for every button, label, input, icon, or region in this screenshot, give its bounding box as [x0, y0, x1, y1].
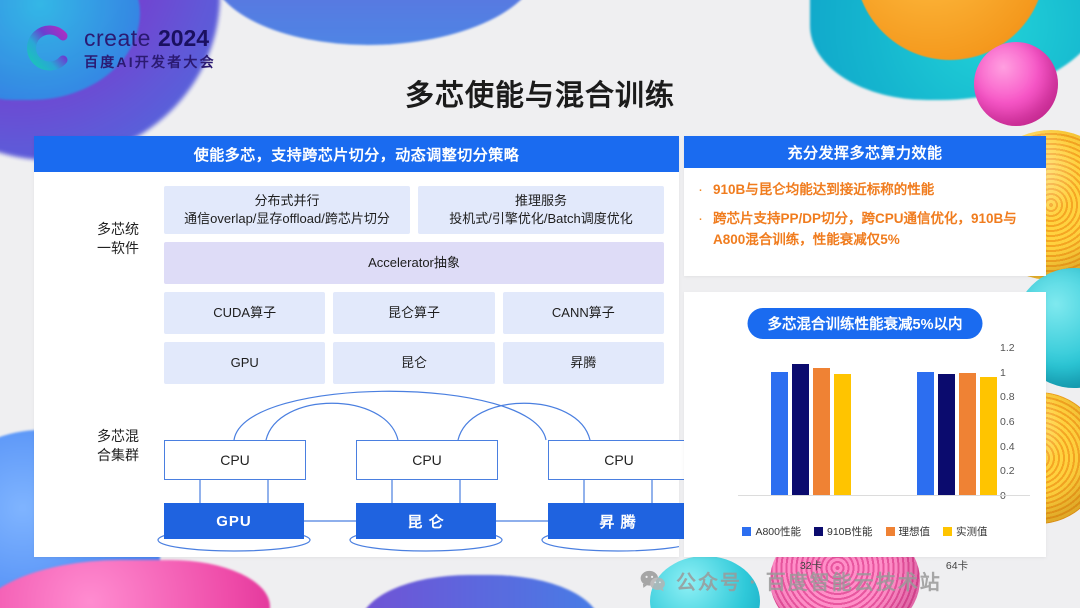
y-tick-label: 0.6 — [1000, 416, 1015, 428]
unified-software-label: 多芯统 一软件 — [78, 220, 158, 258]
right-panel-header: 充分发挥多芯算力效能 — [684, 136, 1046, 168]
cluster-cpu-1[interactable]: CPU — [164, 440, 306, 480]
unified-software-section: 多芯统 一软件 分布式并行 通信overlap/显存offload/跨芯片切分 … — [34, 172, 679, 384]
box-accelerator-abstraction[interactable]: Accelerator抽象 — [164, 242, 664, 284]
decor-blob-top-right-orange — [855, 0, 1045, 60]
bar-实测值-32卡 — [834, 374, 851, 495]
decor-blob-bottom-left-pink — [0, 560, 270, 608]
legend-swatch-icon — [814, 527, 823, 536]
legend-label: 实测值 — [956, 526, 988, 538]
slide-canvas: create 2024 百度AI开发者大会 多芯使能与混合训练 使能多芯，支持跨… — [0, 0, 1080, 608]
legend-swatch-icon — [742, 527, 752, 536]
unified-software-label-line1: 多芯统 — [97, 221, 139, 237]
create-c-logo-icon — [27, 25, 68, 71]
bar-理想值-64卡 — [959, 372, 976, 495]
benefit-item-2: · 跨芯片支持PP/DP切分，跨CPU通信优化，910B与A800混合训练，性能… — [698, 209, 1036, 250]
legend-item[interactable]: 理想值 — [885, 524, 931, 539]
left-panel-header: 使能多芯，支持跨芯片切分，动态调整切分策略 — [34, 136, 679, 172]
bar-A800性能-64卡 — [917, 371, 934, 495]
bar-910B性能-32卡 — [792, 364, 809, 495]
legend-label: 910B性能 — [827, 526, 873, 538]
y-tick-label: 1 — [1000, 366, 1006, 379]
benefit-item-1: · 910B与昆仑均能达到接近标称的性能 — [698, 180, 1036, 200]
bar-chart: 1.2 1 0.8 0.6 0.4 0.2 0 32卡 64卡 — [700, 342, 1030, 572]
box-cuda-operator[interactable]: CUDA算子 — [164, 292, 326, 334]
bar-A800性能-32卡 — [771, 371, 788, 495]
x-tick-label: 64卡 — [945, 560, 969, 572]
box-cann-operator[interactable]: CANN算子 — [502, 292, 664, 334]
brand-logo: create 2024 百度AI开发者大会 — [22, 22, 216, 74]
legend-label: A800性能 — [755, 526, 801, 538]
x-axis-line — [738, 495, 1030, 496]
legend-item[interactable]: A800性能 — [742, 524, 801, 539]
logo-brand-text: create — [84, 25, 151, 51]
legend-item[interactable]: 910B性能 — [814, 524, 873, 539]
cluster-chip-kunlun[interactable]: 昆 仑 — [356, 503, 496, 539]
bar-理想值-32卡 — [813, 367, 830, 495]
logo-year-text: 2024 — [157, 25, 210, 51]
bullet-dot-icon: · — [698, 181, 703, 198]
legend-item[interactable]: 实测值 — [943, 524, 988, 539]
page-title: 多芯使能与混合训练 — [404, 80, 675, 112]
y-tick-label: 0.4 — [1000, 440, 1015, 453]
box-inference-service-subtitle: 投机式/引擎优化/Batch调度优化 — [449, 211, 633, 226]
bar-910B性能-64卡 — [938, 374, 955, 495]
box-distributed-parallel[interactable]: 分布式并行 通信overlap/显存offload/跨芯片切分 — [164, 186, 410, 234]
box-distributed-parallel-subtitle: 通信overlap/显存offload/跨芯片切分 — [184, 211, 390, 226]
unified-software-label-line2: 一软件 — [97, 239, 139, 256]
operator-row: CUDA算子 昆仑算子 CANN算子 — [164, 292, 664, 334]
software-stack-grid: 分布式并行 通信overlap/显存offload/跨芯片切分 推理服务 投机式… — [164, 186, 664, 392]
logo-subtitle: 百度AI开发者大会 — [84, 54, 216, 70]
cluster-cpu-3[interactable]: CPU — [548, 440, 690, 480]
legend-swatch-icon — [943, 527, 953, 536]
y-tick-label: 0 — [1000, 490, 1006, 502]
right-top-panel: 充分发挥多芯算力效能 · 910B与昆仑均能达到接近标称的性能 · 跨芯片支持P… — [684, 136, 1046, 276]
accelerator-row: Accelerator抽象 — [164, 242, 664, 284]
benefits-list: · 910B与昆仑均能达到接近标称的性能 · 跨芯片支持PP/DP切分，跨CPU… — [684, 168, 1046, 250]
box-inference-service[interactable]: 推理服务 投机式/引擎优化/Batch调度优化 — [418, 186, 664, 234]
legend-label: 理想值 — [898, 526, 931, 538]
decor-blob-bottom-middle — [360, 575, 600, 608]
legend-swatch-icon — [885, 527, 895, 536]
y-tick-label: 0.8 — [1000, 391, 1015, 404]
box-distributed-parallel-title: 分布式并行 — [254, 193, 320, 209]
y-tick-label: 0.2 — [1000, 465, 1015, 478]
cluster-chip-ascend[interactable]: 昇 腾 — [548, 503, 688, 539]
wechat-icon — [640, 570, 665, 592]
chart-title-badge: 多芯混合训练性能衰减5%以内 — [747, 308, 983, 339]
benefit-item-2-text: 跨芯片支持PP/DP切分，跨CPU通信优化，910B与A800混合训练，性能衰减… — [713, 211, 1017, 247]
chart-legend: A800性能 910B性能 理想值 实测值 — [684, 524, 1046, 539]
software-top-row: 分布式并行 通信overlap/显存offload/跨芯片切分 推理服务 投机式… — [164, 186, 664, 234]
cluster-chip-gpu[interactable]: GPU — [164, 503, 304, 539]
box-inference-service-title: 推理服务 — [514, 193, 567, 209]
box-kunlun-operator[interactable]: 昆仑算子 — [333, 292, 495, 334]
left-panel: 使能多芯，支持跨芯片切分，动态调整切分策略 多芯统 一软件 分布式并行 通信ov… — [34, 136, 690, 557]
decor-blob-top — [210, 0, 540, 45]
y-tick-label: 1.2 — [1000, 342, 1015, 354]
watermark-text: 公众号 · 百度智能云技术站 — [676, 572, 942, 594]
watermark: 公众号 · 百度智能云技术站 — [640, 566, 942, 595]
hybrid-cluster-section: 多芯混 合集群 CPU CPU CPU GPU 昆 仑 昇 腾 — [34, 377, 690, 557]
chart-panel: 多芯混合训练性能衰减5%以内 1.2 1 0.8 0.6 0.4 0.2 0 32卡 64卡 … — [684, 292, 1046, 572]
benefit-item-1-text: 910B与昆仑均能达到接近标称的性能 — [713, 182, 935, 197]
bullet-dot-icon: · — [698, 210, 703, 228]
cluster-cpu-2[interactable]: CPU — [356, 440, 498, 480]
bar-实测值-64卡 — [980, 376, 997, 495]
